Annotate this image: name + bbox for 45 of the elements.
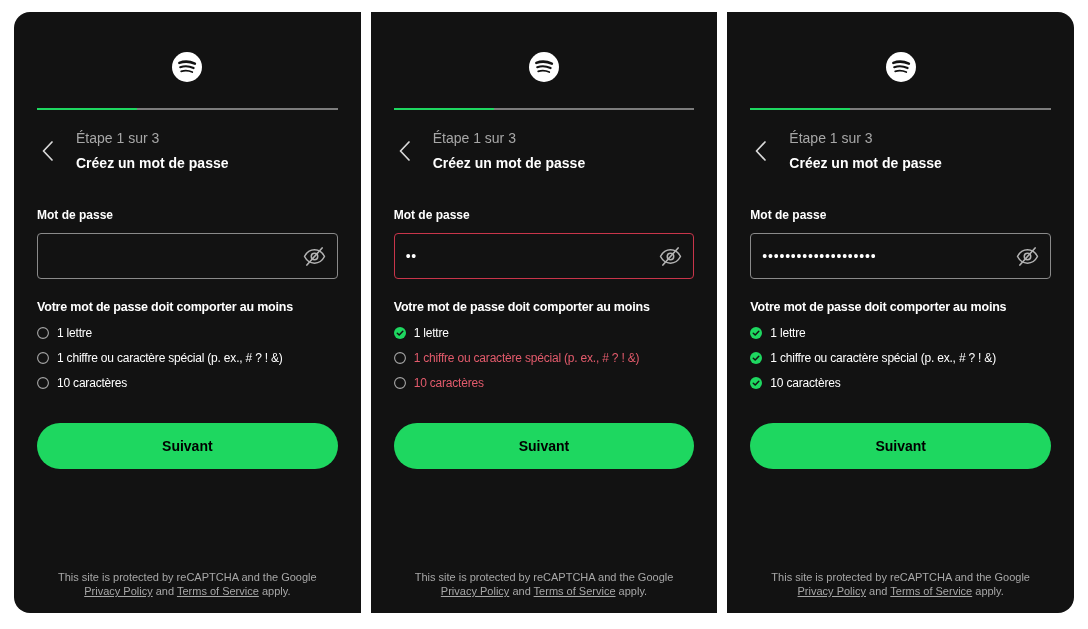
recaptcha-notice: This site is protected by reCAPTCHA and the Google Privacy Policy and Terms of Service apply. [413, 570, 675, 598]
requirement-text: 1 chiffre ou caractère spécial (p. ex., # ? ! &) [770, 350, 996, 367]
requirements-heading: Votre mot de passe doit comporter au moins [393, 299, 651, 316]
next-button[interactable]: Suivant [750, 423, 1051, 469]
back-chevron-icon[interactable] [42, 140, 53, 161]
password-field[interactable]: •• [393, 233, 695, 279]
requirement-text: 1 lettre [57, 325, 93, 342]
eye-slash-icon[interactable] [302, 246, 326, 266]
page-title: Créez un mot de passe [789, 154, 942, 172]
policy-link[interactable]: Privacy Policy [797, 585, 866, 597]
step-indicator: Étape 1 sur 3 [76, 129, 161, 147]
requirement-text: 1 chiffre ou caractère spécial (p. ex., # ? ! &) [413, 350, 640, 367]
requirement-text: 1 lettre [770, 325, 806, 342]
requirement-text: 10 caractères [413, 375, 484, 392]
password-field[interactable]: •••••••••••••••••••• [750, 233, 1051, 279]
requirement-text: 10 caractères [770, 375, 841, 392]
requirements-heading: Votre mot de passe doit comporter au moins [750, 299, 1008, 316]
eye-slash-icon[interactable] [659, 246, 683, 266]
page-title: Créez un mot de passe [76, 154, 229, 172]
step-indicator: Étape 1 sur 3 [432, 129, 517, 147]
recaptcha-notice: This site is protected by reCAPTCHA and the Google Privacy Policy and Terms of Service apply. [770, 570, 1031, 598]
requirement-text: 1 chiffre ou caractère spécial (p. ex., # ? ! &) [57, 350, 283, 367]
next-button[interactable]: Suivant [393, 423, 695, 469]
policy-link[interactable]: Terms of Service [176, 585, 259, 597]
logo-icon [885, 52, 916, 82]
eye-slash-icon[interactable] [1016, 246, 1039, 266]
back-chevron-icon[interactable] [398, 140, 410, 161]
policy-link[interactable]: Privacy Policy [440, 585, 510, 597]
logo-icon [172, 52, 203, 82]
requirement-text: 1 lettre [413, 325, 449, 342]
recaptcha-notice: This site is protected by reCAPTCHA and the Google Privacy Policy and Terms of Service apply. [57, 570, 318, 598]
logo-icon [529, 52, 559, 82]
password-field[interactable] [37, 233, 338, 279]
field-label: Mot de passe [37, 207, 115, 223]
field-label: Mot de passe [393, 207, 471, 223]
back-chevron-icon[interactable] [755, 140, 767, 161]
requirements-heading: Votre mot de passe doit comporter au moins [37, 299, 294, 316]
policy-link[interactable]: Terms of Service [890, 585, 973, 597]
page-title: Créez un mot de passe [432, 154, 586, 172]
field-label: Mot de passe [750, 207, 828, 223]
policy-link[interactable]: Privacy Policy [84, 585, 153, 597]
policy-link[interactable]: Terms of Service [533, 585, 616, 597]
requirement-text: 10 caractères [57, 375, 128, 392]
step-indicator: Étape 1 sur 3 [789, 129, 874, 147]
next-button[interactable]: Suivant [37, 423, 338, 469]
